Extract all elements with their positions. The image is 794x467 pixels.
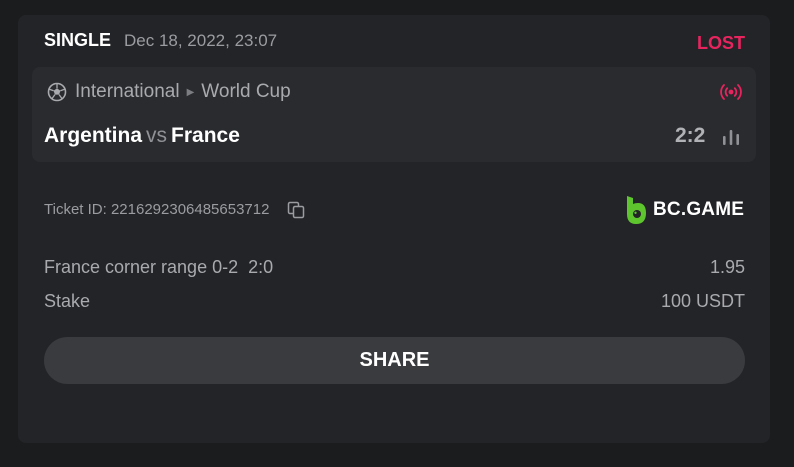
selection-outcome: 2:0 [248,257,274,277]
league-breadcrumb[interactable]: International ▶ World Cup [75,81,291,103]
soccer-ball-icon [47,82,67,102]
bc-game-logo: BC.GAME [624,194,744,226]
stake-value: 100 USDT [660,291,745,311]
brand-name: BC.GAME [653,199,745,220]
versus-label: vs [146,124,168,147]
league-tournament: World Cup [201,81,291,102]
match-teams: Argentina vs France [44,124,240,148]
bet-type: SINGLE [44,30,112,50]
stake-label: Stake [44,291,91,311]
match-score: 2:2 [675,124,706,147]
bar-chart-icon[interactable] [721,128,741,146]
ticket-id: Ticket ID: 2216292306485653712 [44,201,270,218]
bet-status-badge: LOST [697,33,745,53]
broadcast-icon [720,84,742,100]
home-team: Argentina [44,124,143,147]
selection-market: France corner range 0-2 [44,257,239,277]
selection-odds: 1.95 [709,257,745,277]
share-button[interactable]: SHARE [44,337,745,384]
bc-game-logo-icon [627,196,646,224]
away-team: France [171,124,240,147]
selection-label: France corner range 0-2 2:0 [44,257,273,278]
copy-icon[interactable] [287,201,305,219]
breadcrumb-separator-icon: ▶ [186,87,195,98]
bet-date: Dec 18, 2022, 23:07 [124,31,278,50]
league-category: International [75,81,180,102]
